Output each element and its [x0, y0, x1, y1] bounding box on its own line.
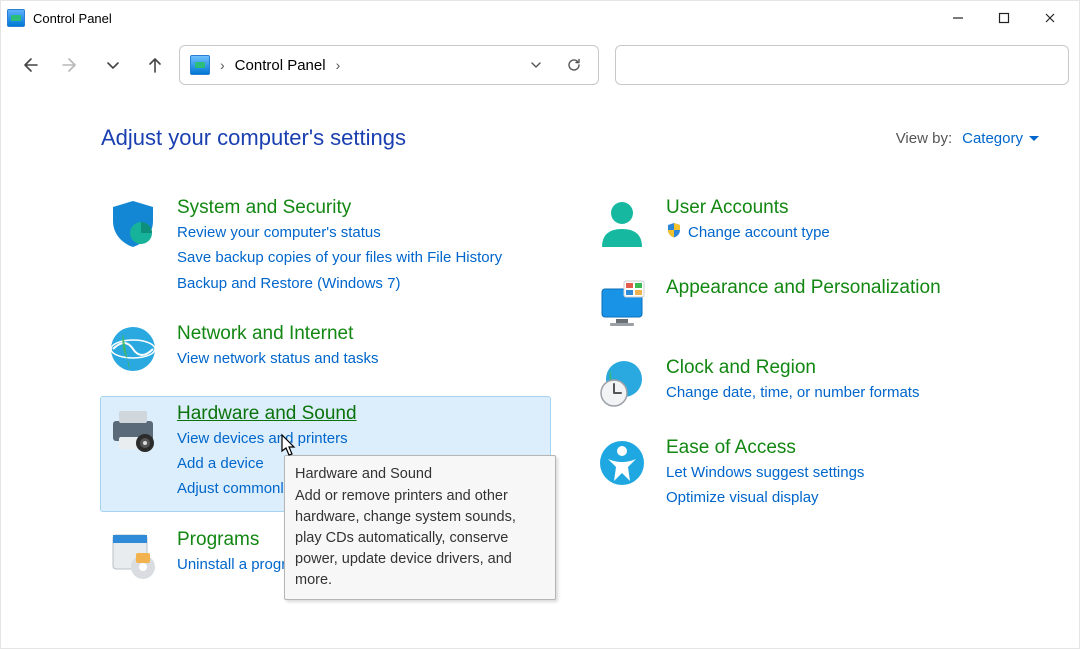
breadcrumb-separator: › [220, 57, 225, 73]
tooltip-title: Hardware and Sound [295, 464, 545, 485]
refresh-button[interactable] [560, 46, 588, 84]
address-dropdown-button[interactable] [522, 46, 550, 84]
category-ease-of-access[interactable]: Ease of Access Let Windows suggest setti… [590, 431, 1039, 520]
category-link[interactable]: Change account type [666, 221, 830, 244]
category-title[interactable]: Network and Internet [177, 323, 379, 345]
category-system-security[interactable]: System and Security Review your computer… [101, 191, 550, 305]
view-by-dropdown[interactable]: Category [962, 130, 1039, 147]
user-icon [596, 197, 648, 249]
accessibility-icon [596, 437, 648, 489]
category-title[interactable]: Appearance and Personalization [666, 277, 941, 299]
page-title: Adjust your computer's settings [101, 125, 406, 151]
tooltip-body: Add or remove printers and other hardwar… [295, 486, 545, 591]
breadcrumb-location[interactable]: Control Panel [235, 57, 326, 74]
categories-right-column: User Accounts Change account type [590, 191, 1039, 603]
personalize-icon [596, 277, 648, 329]
category-link[interactable]: Let Windows suggest settings [666, 461, 864, 484]
category-link[interactable]: View network status and tasks [177, 347, 379, 370]
search-input[interactable] [615, 45, 1069, 85]
category-title[interactable]: Hardware and Sound [177, 403, 439, 425]
category-title[interactable]: Clock and Region [666, 357, 919, 379]
titlebar: Control Panel [1, 1, 1079, 35]
category-title[interactable]: Ease of Access [666, 437, 864, 459]
minimize-button[interactable] [935, 2, 981, 34]
clock-icon [596, 357, 648, 409]
close-button[interactable] [1027, 2, 1073, 34]
category-appearance-personalization[interactable]: Appearance and Personalization [590, 271, 1039, 339]
category-clock-region[interactable]: Clock and Region Change date, time, or n… [590, 351, 1039, 419]
printer-icon [107, 403, 159, 455]
globe-icon [107, 323, 159, 375]
category-link[interactable]: Optimize visual display [666, 486, 864, 509]
programs-icon [107, 529, 159, 581]
window-title: Control Panel [33, 11, 112, 26]
toolbar: › Control Panel › [1, 35, 1079, 95]
forward-button[interactable] [53, 47, 89, 83]
tooltip: Hardware and Sound Add or remove printer… [284, 455, 556, 600]
category-link[interactable]: Review your computer's status [177, 221, 502, 244]
header-row: Adjust your computer's settings View by:… [101, 125, 1039, 151]
category-title[interactable]: System and Security [177, 197, 502, 219]
category-network-internet[interactable]: Network and Internet View network status… [101, 317, 550, 385]
categories-columns: System and Security Review your computer… [101, 191, 1039, 603]
control-panel-icon [190, 55, 210, 75]
address-bar[interactable]: › Control Panel › [179, 45, 599, 85]
breadcrumb-separator: › [336, 57, 341, 73]
up-button[interactable] [137, 47, 173, 83]
uac-shield-icon [666, 222, 682, 238]
back-button[interactable] [11, 47, 47, 83]
view-by-label: View by: [896, 130, 952, 147]
category-link[interactable]: Change date, time, or number formats [666, 381, 919, 404]
category-link[interactable]: View devices and printers [177, 427, 439, 450]
category-user-accounts[interactable]: User Accounts Change account type [590, 191, 1039, 259]
control-panel-app-icon [7, 9, 25, 27]
recent-locations-button[interactable] [95, 47, 131, 83]
shield-icon [107, 197, 159, 249]
maximize-button[interactable] [981, 2, 1027, 34]
category-title[interactable]: User Accounts [666, 197, 830, 219]
category-link[interactable]: Save backup copies of your files with Fi… [177, 246, 502, 269]
category-link[interactable]: Backup and Restore (Windows 7) [177, 272, 502, 295]
